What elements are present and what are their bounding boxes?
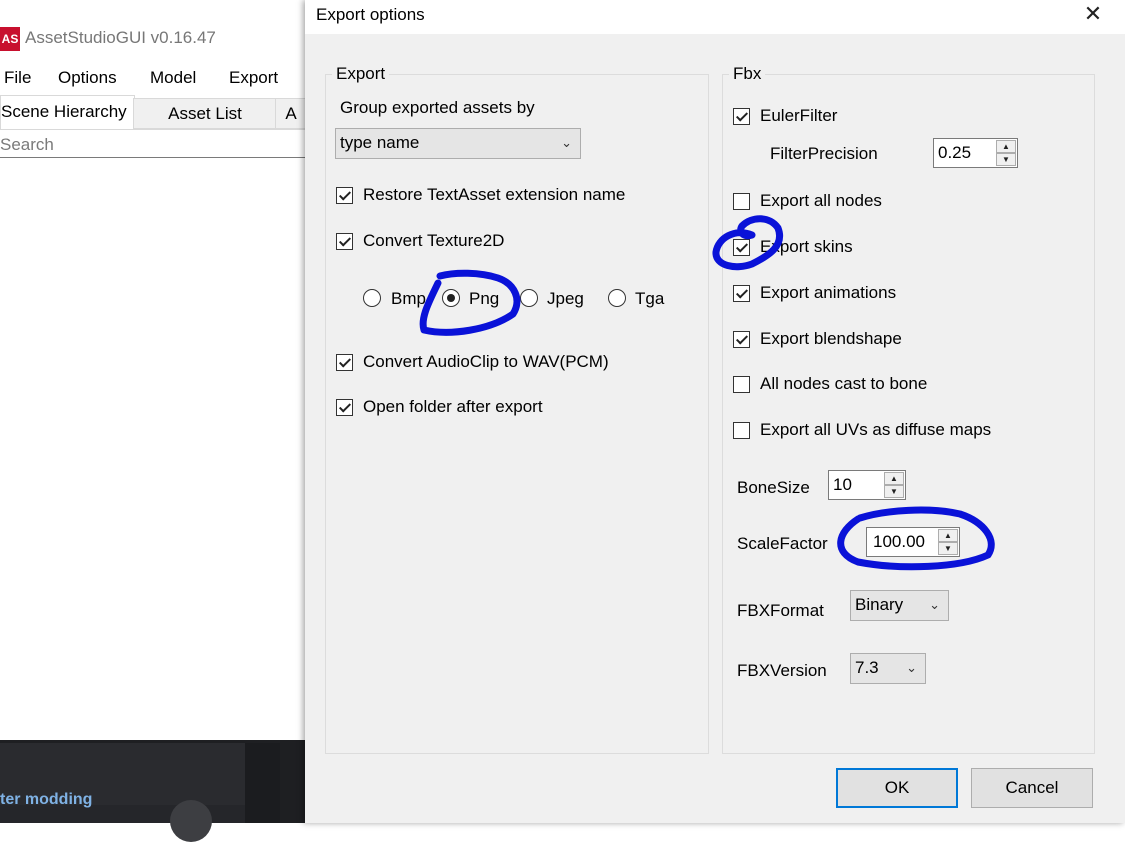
filter-precision-label: FilterPrecision [770,144,878,163]
group-by-value: type name [340,133,420,152]
spin-up-icon[interactable]: ▲ [996,140,1016,153]
open-folder-label: Open folder after export [363,397,543,416]
export-blendshape-checkbox[interactable] [733,331,750,348]
filter-precision-stepper[interactable]: 0.25 ▲ ▼ [933,138,1018,168]
spin-down-icon[interactable]: ▼ [996,153,1016,166]
restore-textasset-checkbox[interactable] [336,187,353,204]
scale-factor-value: 100.00 [873,532,925,551]
all-nodes-bone-label: All nodes cast to bone [760,374,928,393]
tab-asset-list[interactable]: Asset List [133,98,277,129]
scale-factor-label: ScaleFactor [737,534,828,553]
export-group-legend: Export [336,64,386,83]
spin-up-icon[interactable]: ▲ [884,472,904,485]
radio-png[interactable] [442,289,460,307]
bone-size-stepper[interactable]: 10 ▲ ▼ [828,470,906,500]
chevron-down-icon: ⌄ [906,660,917,675]
radio-jpeg[interactable] [520,289,538,307]
convert-audioclip-checkbox[interactable] [336,354,353,371]
background-panel [245,743,280,823]
convert-audioclip-label: Convert AudioClip to WAV(PCM) [363,352,609,371]
menu-file[interactable]: File [4,68,31,88]
filter-precision-value: 0.25 [938,143,972,162]
convert-texture2d-label: Convert Texture2D [363,231,505,250]
export-animations-label: Export animations [760,283,897,302]
dialog-titlebar [305,0,1125,34]
open-folder-checkbox[interactable] [336,399,353,416]
spin-down-icon[interactable]: ▼ [884,485,904,498]
radio-bmp[interactable] [363,289,381,307]
export-skins-label: Export skins [760,237,853,256]
radio-tga[interactable] [608,289,626,307]
fbx-groupbox: Fbx [722,64,1095,754]
bone-size-value: 10 [833,475,852,494]
avatar [170,800,212,842]
menubar: File Options Model Export [0,64,305,92]
restore-textasset-label: Restore TextAsset extension name [363,185,626,204]
export-blendshape-label: Export blendshape [760,329,902,348]
background-page-text: ter modding [0,791,93,808]
tab-strip: Scene Hierarchy Asset List A [0,95,307,130]
menu-options[interactable]: Options [58,68,117,88]
spin-up-icon[interactable]: ▲ [938,529,958,542]
euler-filter-label: EulerFilter [760,106,838,125]
scale-factor-stepper[interactable]: 100.00 ▲ ▼ [866,527,960,557]
euler-filter-checkbox[interactable] [733,108,750,125]
app-logo-icon: AS [0,27,20,51]
convert-texture2d-checkbox[interactable] [336,233,353,250]
radio-tga-label: Tga [635,289,665,308]
radio-jpeg-label: Jpeg [547,289,584,308]
ok-button[interactable]: OK [836,768,958,808]
export-uvs-label: Export all UVs as diffuse maps [760,420,992,439]
fbx-format-select[interactable]: Binary ⌄ [850,590,949,621]
tab-scene-hierarchy[interactable]: Scene Hierarchy [0,95,135,129]
fbx-version-label: FBXVersion [737,661,827,680]
radio-bmp-label: Bmp [391,289,426,308]
export-all-nodes-label: Export all nodes [760,191,882,210]
fbx-version-value: 7.3 [855,658,879,677]
menu-model[interactable]: Model [150,68,196,88]
app-title: AssetStudioGUI v0.16.47 [25,28,216,47]
group-by-label: Group exported assets by [340,98,535,117]
fbx-group-legend: Fbx [733,64,762,83]
all-nodes-bone-checkbox[interactable] [733,376,750,393]
chevron-down-icon: ⌄ [929,597,940,612]
export-skins-checkbox[interactable] [733,239,750,256]
group-by-select[interactable]: type name ⌄ [335,128,581,159]
chevron-down-icon: ⌄ [561,135,572,150]
export-uvs-checkbox[interactable] [733,422,750,439]
dialog-title: Export options [316,5,425,24]
tab-more[interactable]: A [275,98,307,129]
export-all-nodes-checkbox[interactable] [733,193,750,210]
export-options-dialog: Export options ✕ Export Group exported a… [305,0,1125,823]
radio-png-label: Png [469,289,500,308]
close-icon[interactable]: ✕ [1075,0,1111,30]
bone-size-label: BoneSize [737,478,810,497]
spin-down-icon[interactable]: ▼ [938,542,958,555]
fbx-format-label: FBXFormat [737,601,824,620]
export-animations-checkbox[interactable] [733,285,750,302]
cancel-button[interactable]: Cancel [971,768,1093,808]
fbx-version-select[interactable]: 7.3 ⌄ [850,653,926,684]
fbx-format-value: Binary [855,595,904,614]
menu-export[interactable]: Export [229,68,278,88]
search-input[interactable]: Search [0,133,305,158]
